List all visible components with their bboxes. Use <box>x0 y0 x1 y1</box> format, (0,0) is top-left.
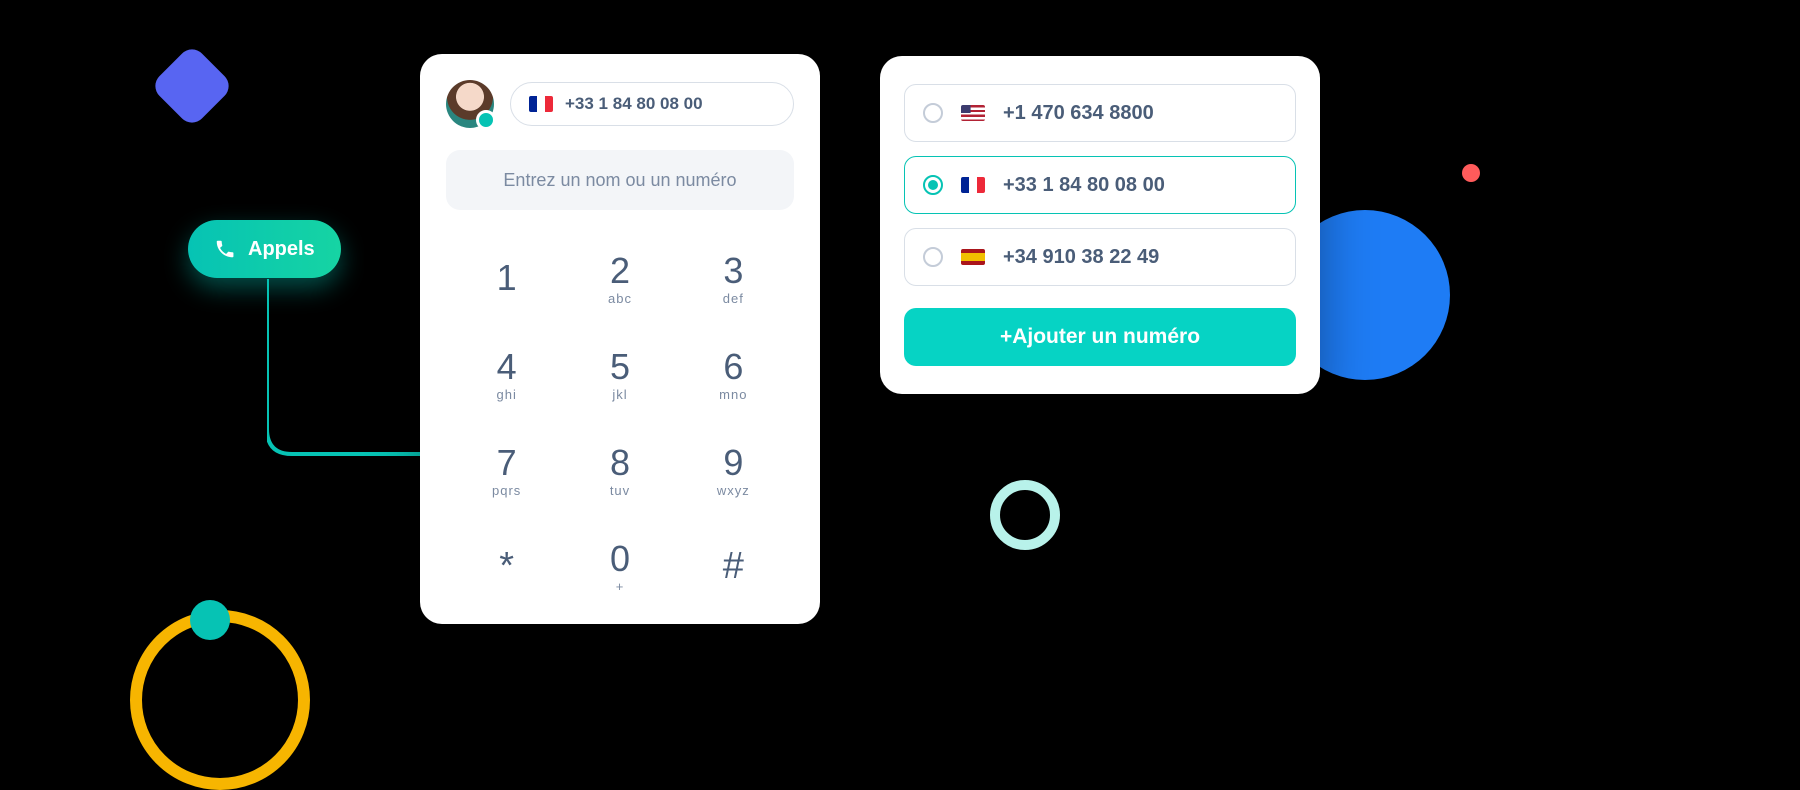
letters: abc <box>608 291 632 306</box>
digit: 5 <box>610 349 630 385</box>
diamond-decoration <box>150 44 235 129</box>
number-row-fr[interactable]: +33 1 84 80 08 00 <box>904 156 1296 214</box>
number-label: +33 1 84 80 08 00 <box>1003 174 1165 197</box>
flag-usa-icon <box>961 105 985 121</box>
digit: * <box>499 547 514 585</box>
key-6[interactable]: 6 mno <box>691 336 776 414</box>
mint-ring-decoration <box>990 480 1060 550</box>
key-2[interactable]: 2 abc <box>577 240 662 318</box>
current-number-pill[interactable]: +33 1 84 80 08 00 <box>510 82 794 126</box>
radio-checked-icon <box>923 175 943 195</box>
key-0[interactable]: 0+ <box>577 528 662 606</box>
dial-keypad: 1 2 abc 3 def 4 ghi 5 jkl 6 mno 7 pqrs 8 tuv 9 w… <box>446 240 794 624</box>
digit: 0 <box>610 541 630 577</box>
flag-france-icon <box>529 96 553 112</box>
digit: 2 <box>610 253 630 289</box>
letters: pqrs <box>492 483 521 498</box>
digit: 4 <box>497 349 517 385</box>
number-label: +1 470 634 8800 <box>1003 102 1154 125</box>
radio-icon <box>923 103 943 123</box>
number-row-es[interactable]: +34 910 38 22 49 <box>904 228 1296 286</box>
letters: mno <box>719 387 747 402</box>
radio-icon <box>923 247 943 267</box>
key-hash[interactable]: # <box>691 528 776 606</box>
digit: 9 <box>723 445 743 481</box>
digit: 1 <box>497 260 517 296</box>
digit: 6 <box>723 349 743 385</box>
key-star[interactable]: * <box>464 528 549 606</box>
key-7[interactable]: 7 pqrs <box>464 432 549 510</box>
phone-icon <box>214 238 236 260</box>
key-1[interactable]: 1 <box>464 240 549 318</box>
current-number-text: +33 1 84 80 08 00 <box>565 94 703 114</box>
flag-france-icon <box>961 177 985 193</box>
number-row-us[interactable]: +1 470 634 8800 <box>904 84 1296 142</box>
appels-pill[interactable]: Appels <box>188 220 341 278</box>
key-3[interactable]: 3 def <box>691 240 776 318</box>
flag-spain-icon <box>961 249 985 265</box>
numbers-list-card: +1 470 634 8800 +33 1 84 80 08 00 +34 91… <box>880 56 1320 394</box>
digit: 7 <box>497 445 517 481</box>
letters: + <box>616 579 625 594</box>
key-4[interactable]: 4 ghi <box>464 336 549 414</box>
digit: # <box>723 547 744 585</box>
digit: 3 <box>723 253 743 289</box>
key-9[interactable]: 9 wxyz <box>691 432 776 510</box>
letters: def <box>723 291 744 306</box>
teal-dot-decoration <box>190 600 230 640</box>
letters: ghi <box>496 387 516 402</box>
digit: 8 <box>610 445 630 481</box>
appels-label: Appels <box>248 238 315 261</box>
search-input[interactable] <box>446 150 794 210</box>
letters: wxyz <box>717 483 750 498</box>
avatar[interactable] <box>446 80 494 128</box>
key-5[interactable]: 5 jkl <box>577 336 662 414</box>
number-label: +34 910 38 22 49 <box>1003 246 1159 269</box>
add-number-button[interactable]: +Ajouter un numéro <box>904 308 1296 366</box>
dialer-header: +33 1 84 80 08 00 <box>446 80 794 128</box>
coral-dot-decoration <box>1462 164 1480 182</box>
dialer-card: +33 1 84 80 08 00 1 2 abc 3 def 4 ghi 5 jkl … <box>420 54 820 624</box>
letters: jkl <box>612 387 627 402</box>
key-8[interactable]: 8 tuv <box>577 432 662 510</box>
letters: tuv <box>610 483 630 498</box>
